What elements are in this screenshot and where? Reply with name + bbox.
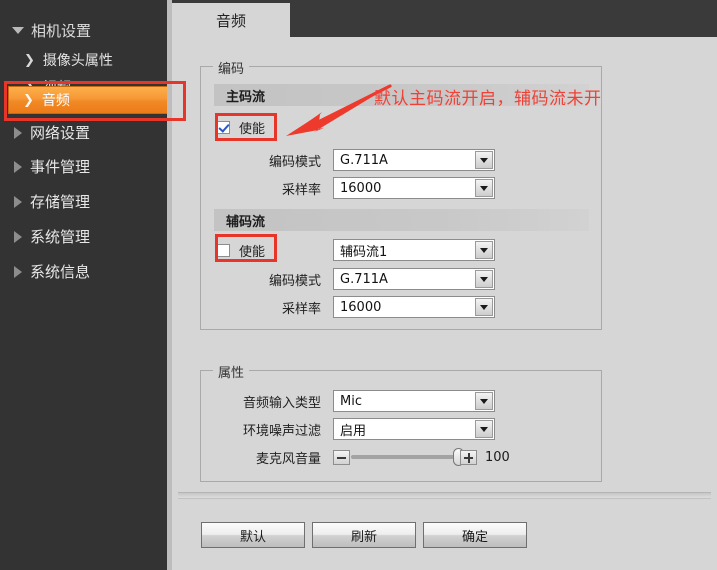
- sidebar-item-label: 摄像头属性: [42, 53, 113, 69]
- annotation-highlight-main-stream-enable: [215, 113, 277, 141]
- confirm-button-label: 确定: [461, 529, 488, 545]
- tab-strip: 音频: [172, 0, 717, 37]
- chevron-down-icon[interactable]: [475, 270, 493, 288]
- annotation-note-text: 默认主码流开启，辅码流未开: [374, 89, 602, 109]
- audio-input-type-value: Mic: [340, 393, 362, 409]
- sub-stream-select[interactable]: 辅码流1: [333, 239, 495, 261]
- main-stream-sample-rate-value: 16000: [340, 180, 382, 196]
- noise-filter-label: 环境噪声过滤: [242, 423, 321, 439]
- slider-track[interactable]: [351, 448, 464, 466]
- sidebar-group-label: 事件管理: [30, 158, 91, 176]
- triangle-right-icon: [14, 195, 22, 208]
- chevron-down-icon[interactable]: [475, 241, 493, 259]
- chevron-down-icon[interactable]: [475, 392, 493, 410]
- properties-groupbox: 属性 音频输入类型 Mic 环境噪声过滤 启用 麦克风音量 100: [200, 362, 602, 482]
- mic-volume-value: 100: [485, 449, 510, 465]
- audio-input-type-row: 音频输入类型: [209, 390, 331, 412]
- main-stream-sample-rate-label: 采样率: [281, 182, 321, 198]
- noise-filter-select[interactable]: 启用: [333, 418, 495, 440]
- properties-group-legend: 属性: [213, 362, 250, 381]
- chevron-down-icon[interactable]: [475, 420, 493, 438]
- triangle-right-icon: [14, 160, 22, 173]
- sub-stream-encode-mode-value: G.711A: [340, 271, 388, 287]
- sidebar-group-system-management[interactable]: 系统管理: [0, 220, 172, 253]
- sidebar-group-event-management[interactable]: 事件管理: [0, 150, 172, 183]
- encode-group-legend: 编码: [213, 58, 250, 77]
- main-stream-encode-mode-value: G.711A: [340, 152, 388, 168]
- sidebar-item-camera-properties[interactable]: ❯ 摄像头属性: [10, 46, 172, 74]
- chevron-down-icon[interactable]: [475, 151, 493, 169]
- sub-stream-header: 辅码流: [214, 209, 589, 231]
- sub-stream-encode-mode-row: 编码模式: [209, 268, 331, 290]
- mic-volume-slider[interactable]: 100: [333, 446, 510, 468]
- chevron-down-icon[interactable]: [475, 298, 493, 316]
- annotation-highlight-sidebar-audio: [4, 81, 186, 121]
- audio-input-type-label: 音频输入类型: [242, 395, 321, 411]
- main-stream-encode-mode-select[interactable]: G.711A: [333, 149, 495, 171]
- sub-stream-sample-rate-select[interactable]: 16000: [333, 296, 495, 318]
- main-stream-sample-rate-row: 采样率: [209, 177, 331, 199]
- chevron-right-icon: ❯: [24, 52, 35, 68]
- tab-audio[interactable]: 音频: [172, 3, 290, 37]
- mic-volume-label: 麦克风音量: [255, 451, 321, 467]
- audio-input-type-select[interactable]: Mic: [333, 390, 495, 412]
- audio-settings-page: 相机设置 ❯ 摄像头属性 ❯ 视频 ❯ 音频 网络设置 事件管理: [0, 0, 717, 570]
- main-stream-header-label: 主码流: [226, 89, 266, 105]
- sub-stream-sample-rate-row: 采样率: [209, 296, 331, 318]
- sidebar-group-storage-management[interactable]: 存储管理: [0, 185, 172, 218]
- sidebar-root-camera-settings[interactable]: 相机设置: [0, 14, 172, 47]
- sidebar-root-label: 相机设置: [31, 22, 92, 40]
- default-button-label: 默认: [239, 529, 266, 545]
- chevron-down-icon[interactable]: [475, 179, 493, 197]
- sub-stream-sample-rate-label: 采样率: [281, 301, 321, 317]
- default-button[interactable]: 默认: [201, 522, 305, 548]
- footer-divider: [178, 492, 711, 499]
- sidebar-group-label: 网络设置: [30, 124, 91, 142]
- triangle-right-icon: [14, 230, 22, 243]
- tab-label: 音频: [215, 11, 246, 30]
- sub-stream-header-label: 辅码流: [226, 214, 266, 230]
- sub-stream-encode-mode-select[interactable]: G.711A: [333, 268, 495, 290]
- plus-icon[interactable]: [460, 449, 477, 465]
- noise-filter-row: 环境噪声过滤: [209, 418, 331, 440]
- sidebar-group-label: 存储管理: [30, 193, 91, 211]
- sidebar-group-label: 系统信息: [30, 263, 91, 281]
- sidebar-group-label: 系统管理: [30, 228, 91, 246]
- sub-stream-sample-rate-value: 16000: [340, 299, 382, 315]
- noise-filter-value: 启用: [340, 423, 367, 439]
- sidebar-group-system-info[interactable]: 系统信息: [0, 255, 172, 288]
- sub-stream-select-value: 辅码流1: [340, 244, 388, 260]
- sub-stream-encode-mode-label: 编码模式: [268, 273, 321, 289]
- mic-volume-row: 麦克风音量: [209, 446, 331, 468]
- triangle-right-icon: [14, 126, 22, 139]
- triangle-right-icon: [14, 265, 22, 278]
- refresh-button[interactable]: 刷新: [312, 522, 416, 548]
- main-stream-encode-mode-label: 编码模式: [268, 154, 321, 170]
- minus-icon[interactable]: [333, 449, 350, 465]
- annotation-highlight-sub-stream-enable: [215, 234, 277, 262]
- main-stream-encode-mode-row: 编码模式: [209, 149, 331, 171]
- refresh-button-label: 刷新: [350, 529, 377, 545]
- main-stream-sample-rate-select[interactable]: 16000: [333, 177, 495, 199]
- confirm-button[interactable]: 确定: [423, 522, 527, 548]
- triangle-down-icon: [12, 27, 24, 34]
